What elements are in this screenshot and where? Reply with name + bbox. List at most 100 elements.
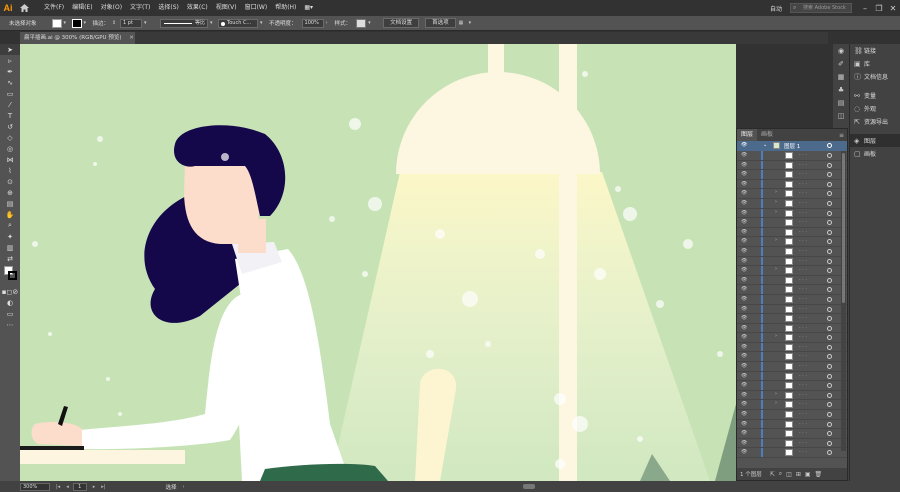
- asset-export-panel-button[interactable]: ⇱ 资源导出: [850, 115, 900, 128]
- home-icon[interactable]: [16, 0, 32, 16]
- target-circle-icon[interactable]: [827, 153, 832, 158]
- delete-icon[interactable]: 🗑: [815, 471, 823, 478]
- preferences-button[interactable]: 首选项: [425, 18, 456, 28]
- chevron-down-icon[interactable]: ▾: [260, 20, 266, 26]
- target-circle-icon[interactable]: [827, 277, 832, 283]
- minimize-icon[interactable]: –: [858, 4, 872, 13]
- document-setup-button[interactable]: 文档设置: [383, 18, 420, 28]
- visibility-eye-icon[interactable]: 👁: [741, 315, 747, 321]
- clip-mask-icon[interactable]: ◫: [786, 471, 792, 478]
- visibility-eye-icon[interactable]: 👁: [741, 353, 747, 359]
- target-circle-icon[interactable]: [827, 421, 832, 427]
- libraries-panel-button[interactable]: ▣ 库: [850, 57, 900, 70]
- blend-tool-icon[interactable]: ⊙: [0, 176, 20, 187]
- screen-mode-icon[interactable]: ▭: [0, 308, 20, 319]
- next-artboard-icon[interactable]: ▸: [93, 484, 96, 490]
- layer-row[interactable]: 👁 › . . .: [737, 198, 847, 209]
- chevron-down-icon[interactable]: ▾: [368, 20, 374, 26]
- type-tool-icon[interactable]: T: [0, 110, 20, 121]
- pathfinder-icon[interactable]: ◫: [833, 109, 849, 122]
- layer-row[interactable]: 👁 . . .: [737, 429, 847, 439]
- panel-menu-icon[interactable]: ≡: [839, 132, 844, 139]
- stroke-swatch[interactable]: [71, 18, 82, 28]
- eyedropper-tool-icon[interactable]: ⌇: [0, 165, 20, 176]
- layers-scroll-thumb[interactable]: [842, 153, 845, 303]
- layer-row[interactable]: 👁 . . .: [737, 352, 847, 363]
- target-circle-icon[interactable]: [827, 402, 832, 408]
- layer-row[interactable]: 👁 . . .: [737, 275, 847, 286]
- layers-panel-button[interactable]: ◈ 图层: [850, 134, 900, 147]
- menu-file[interactable]: 文件(F): [40, 0, 68, 16]
- align-icon[interactable]: ▤: [833, 96, 849, 109]
- menu-object[interactable]: 对象(O): [97, 0, 126, 16]
- menu-window[interactable]: 窗口(W): [241, 0, 272, 16]
- chevron-down-icon[interactable]: ▾: [144, 20, 150, 26]
- swap-fill-stroke-icon[interactable]: ⇄: [0, 253, 20, 264]
- layer-row[interactable]: 👁 . . .: [737, 304, 847, 315]
- symbols-icon[interactable]: ♣: [833, 83, 849, 96]
- visibility-eye-icon[interactable]: 👁: [741, 238, 747, 244]
- visibility-eye-icon[interactable]: 👁: [741, 430, 747, 436]
- target-circle-icon[interactable]: [827, 239, 832, 245]
- visibility-eye-icon[interactable]: 👁: [741, 392, 747, 398]
- visibility-eye-icon[interactable]: 👁: [741, 152, 747, 158]
- column-graph-tool-icon[interactable]: ▥: [0, 242, 20, 253]
- chevron-right-icon[interactable]: ›: [775, 199, 777, 205]
- layer-row[interactable]: 👁 . . .: [737, 438, 847, 449]
- target-circle-icon[interactable]: [827, 335, 832, 341]
- target-circle-icon[interactable]: [827, 210, 832, 216]
- arrange-documents-button[interactable]: ▦▾: [300, 0, 317, 16]
- layer-row[interactable]: 👁 . . .: [737, 371, 847, 382]
- layer-row[interactable]: 👁 . . .: [737, 362, 847, 372]
- chevron-right-icon[interactable]: ›: [775, 209, 777, 215]
- new-sublayer-icon[interactable]: ⊞: [796, 471, 801, 478]
- chevron-right-icon[interactable]: ›: [775, 400, 777, 406]
- layer-row[interactable]: 👁 . . .: [737, 170, 847, 180]
- layer-row[interactable]: 👁 › . . .: [737, 400, 847, 411]
- target-circle-icon[interactable]: [827, 325, 832, 331]
- visibility-eye-icon[interactable]: 👁: [741, 248, 747, 254]
- restore-icon[interactable]: ❐: [872, 4, 886, 13]
- visibility-eye-icon[interactable]: 👁: [741, 219, 747, 225]
- close-tab-icon[interactable]: ✕: [129, 35, 134, 41]
- search-icon[interactable]: ⌕: [779, 470, 782, 478]
- graphic-style-swatch[interactable]: [356, 18, 367, 28]
- stroke-indicator[interactable]: [8, 271, 17, 280]
- artboard-number-field[interactable]: 1: [72, 482, 87, 491]
- menu-type[interactable]: 文字(T): [126, 0, 154, 16]
- fill-stroke-indicator[interactable]: [0, 264, 20, 286]
- menu-help[interactable]: 帮助(H): [271, 0, 300, 16]
- layer-row[interactable]: 👁 . . .: [737, 419, 847, 430]
- zoom-tool-icon[interactable]: ⌕: [0, 220, 20, 231]
- stroke-profile-field[interactable]: 等比: [160, 18, 209, 28]
- target-circle-icon[interactable]: [827, 181, 832, 187]
- menu-edit[interactable]: 编辑(E): [68, 0, 96, 16]
- menu-select[interactable]: 选择(S): [154, 0, 183, 16]
- layer-row[interactable]: 👁 . . .: [737, 448, 847, 458]
- draw-mode-icon[interactable]: ◐: [0, 297, 20, 308]
- stock-search-input[interactable]: ⌕ 搜索 Adobe Stock: [790, 3, 852, 13]
- layer-row[interactable]: 👁 . . .: [737, 246, 847, 257]
- target-circle-icon[interactable]: [827, 412, 832, 418]
- target-circle-icon[interactable]: [827, 287, 832, 293]
- target-circle-icon[interactable]: [827, 344, 832, 350]
- chevron-down-icon[interactable]: ⌄: [763, 142, 767, 148]
- target-circle-icon[interactable]: [827, 172, 832, 178]
- gradient-tool-icon[interactable]: ▤: [0, 198, 20, 209]
- rotate-tool-icon[interactable]: ↺: [0, 121, 20, 132]
- chevron-right-icon[interactable]: ›: [775, 333, 777, 339]
- layer-row[interactable]: 👁 . . .: [737, 381, 847, 391]
- menu-view[interactable]: 视图(V): [212, 0, 241, 16]
- brushes-icon[interactable]: ✐: [833, 57, 849, 70]
- opacity-label[interactable]: 不透明度：: [269, 19, 297, 27]
- target-circle-icon[interactable]: [827, 248, 832, 254]
- visibility-eye-icon[interactable]: 👁: [741, 142, 747, 148]
- zoom-field[interactable]: 300%: [20, 482, 50, 491]
- target-circle-icon[interactable]: [827, 450, 832, 456]
- chevron-down-icon[interactable]: ▾: [64, 20, 70, 26]
- layer-row[interactable]: 👁 › . . .: [737, 333, 847, 343]
- visibility-eye-icon[interactable]: 👁: [741, 306, 747, 312]
- more-tools-icon[interactable]: ⋯: [0, 319, 20, 330]
- close-icon[interactable]: ✕: [886, 4, 900, 13]
- target-circle-icon[interactable]: [827, 440, 832, 446]
